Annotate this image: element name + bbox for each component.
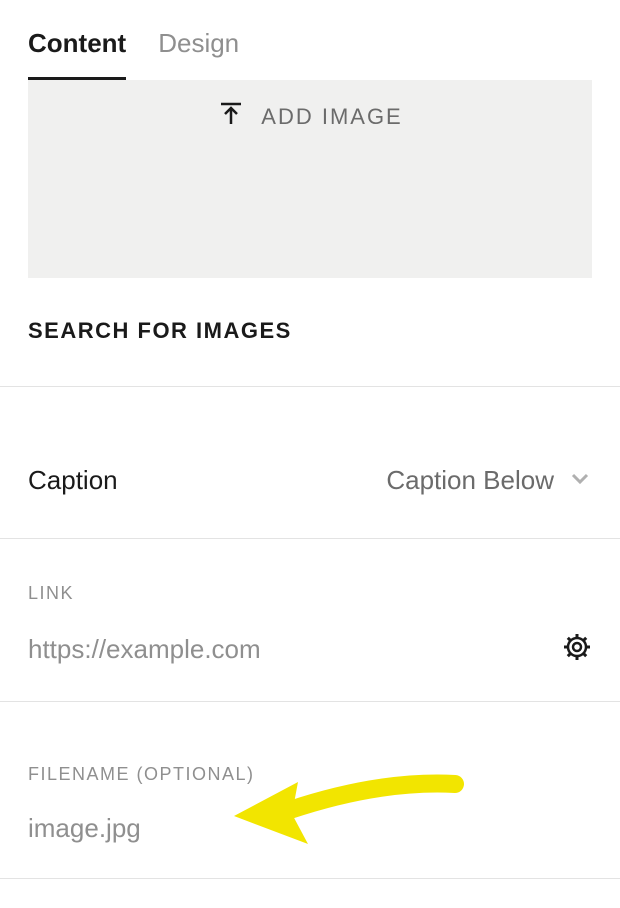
filename-label: FILENAME (OPTIONAL)	[28, 764, 592, 785]
upload-icon	[217, 100, 245, 133]
link-section: LINK	[0, 539, 620, 702]
tab-design[interactable]: Design	[158, 28, 239, 80]
tab-content[interactable]: Content	[28, 28, 126, 80]
caption-selected-value: Caption Below	[386, 465, 554, 496]
gear-icon[interactable]	[562, 632, 592, 667]
caption-row: Caption Caption Below	[0, 387, 620, 539]
caption-label: Caption	[28, 465, 118, 496]
chevron-down-icon	[568, 466, 592, 495]
search-for-images-label: SEARCH FOR IMAGES	[28, 318, 292, 343]
link-label: LINK	[28, 583, 592, 604]
search-for-images[interactable]: SEARCH FOR IMAGES	[0, 278, 620, 387]
add-image-dropzone[interactable]: ADD IMAGE	[28, 80, 592, 278]
add-image-label: ADD IMAGE	[261, 104, 402, 130]
caption-dropdown[interactable]: Caption Below	[386, 465, 592, 496]
filename-section: FILENAME (OPTIONAL)	[0, 702, 620, 879]
tabs: Content Design	[0, 0, 620, 80]
link-input[interactable]	[28, 634, 479, 665]
filename-input[interactable]	[28, 813, 366, 844]
